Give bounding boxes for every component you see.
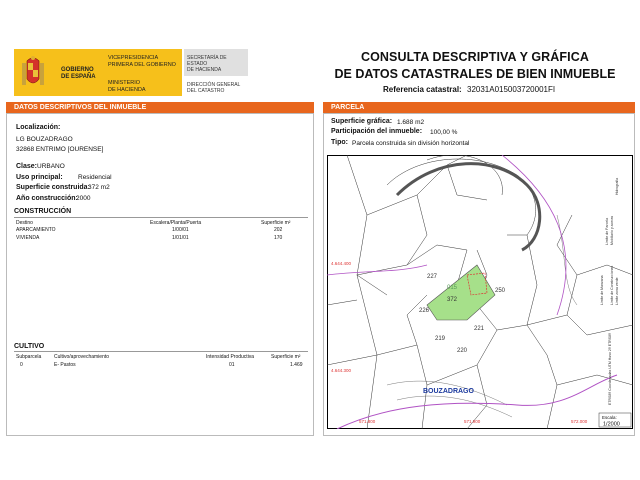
gov-line-2: DE ESPAÑA (61, 73, 96, 80)
table-row-destino: VIVIENDA (16, 235, 40, 241)
table-row-superficie-cultivo: 1.469 (290, 362, 303, 368)
table-row-subparcela: 0 (20, 362, 23, 368)
parcel-label: 221 (474, 326, 485, 332)
localizacion-label: Localización: (16, 124, 61, 131)
direccion-line-2: DEL CATASTRO (187, 88, 225, 94)
anio-value: 2000 (76, 195, 91, 202)
anio-label: Año construcción: (16, 195, 78, 202)
sup-grafica-value: 1.688 m2 (397, 119, 425, 126)
construccion-divider (14, 217, 308, 218)
scale-value: 1/2000 (603, 422, 620, 428)
col-subparcela: Subparcela (16, 354, 42, 360)
legend-item: Limite de Parcela (605, 218, 609, 245)
superficie-label: Superficie construida: (16, 184, 90, 191)
table-row-intensidad: 01 (229, 362, 235, 368)
parcel-label: 015 (447, 285, 458, 291)
col-superficie: Superficie m² (261, 220, 291, 226)
col-escalera: Escalera/Planta/Puerta (150, 220, 202, 226)
col-destino: Destino (16, 220, 33, 226)
parcel-label: 372 (447, 297, 458, 303)
uso-value: Residencial (78, 174, 112, 181)
gov-text: GOBIERNO DE ESPAÑA (61, 67, 101, 80)
table-row-superficie: 202 (274, 227, 283, 233)
legend-item: Limite de Manzana (600, 275, 604, 305)
right-panel-heading: PARCELA (323, 102, 635, 113)
col-cultivo: Cultivo/aprovechamiento (54, 354, 110, 360)
left-panel (6, 113, 314, 436)
col-superficie-cultivo: Superficie m² (271, 354, 301, 360)
participacion-value: 100,00 % (430, 129, 458, 136)
col-intensidad: Intensidad Productiva (206, 354, 255, 360)
ministry-text: MINISTERIO DE HACIENDA (108, 80, 180, 93)
tipo-value: Parcela construida sin división horizont… (352, 140, 470, 147)
legend-item: Limite de Construcciones (610, 265, 614, 305)
participacion-label: Participación del inmueble: (331, 128, 423, 135)
cultivo-divider (14, 351, 308, 352)
doc-title-line-2: DE DATOS CATASTRALES DE BIEN INMUEBLE (334, 67, 616, 81)
coat-of-arms-icon (22, 56, 44, 85)
secretaria-line-2: DE HACIENDA (187, 67, 222, 73)
side-crs-text: ETRS89 Coordenadas UTM Huso 29 ETRS89 (608, 333, 612, 405)
uso-label: Uso principal: (16, 174, 63, 181)
doc-title-line-1: CONSULTA DESCRIPTIVA Y GRÁFICA (360, 50, 589, 64)
parcel-label: 219 (435, 336, 446, 342)
table-row-escalera: 1/01/01 (172, 235, 189, 241)
table-row-escalera: 1/00/01 (172, 227, 189, 233)
tipo-label: Tipo: (331, 139, 348, 146)
legend-item: Mobiliario y aceras (610, 216, 614, 245)
clase-label: Clase: (16, 163, 38, 170)
coord-x2: 571.900 (464, 419, 481, 424)
parcel-label: 220 (457, 348, 468, 354)
ref-value: 32031A015003720001FI (467, 85, 556, 94)
table-row-destino: APARCAMIENTO (16, 227, 56, 233)
legend-item: Hidrografia (615, 178, 619, 195)
parcel-label: 227 (427, 274, 438, 280)
left-panel-heading: DATOS DESCRIPTIVOS DEL INMUEBLE (6, 102, 314, 113)
direccion-text: DIRECCIÓN GENERAL DEL CATASTRO (187, 82, 247, 94)
localizacion-line-2: 32868 ENTRIMO [OURENSE] (16, 146, 104, 153)
coord-y2: 4.644.300 (331, 368, 352, 373)
ministry-line-2: DE HACIENDA (108, 86, 146, 93)
coord-y1: 4.644.400 (331, 261, 352, 266)
construccion-title: CONSTRUCCIÓN (14, 208, 72, 215)
table-row-cultivo: E- Pastos (54, 362, 76, 368)
ref-label: Referencia catastral: (383, 85, 462, 94)
parcel-label: 250 (495, 288, 506, 294)
scale-label: Escala: (602, 415, 617, 420)
secretaria-text: SECRETARÍA DE ESTADO DE HACIENDA (187, 55, 247, 73)
sup-grafica-label: Superficie gráfica: (331, 118, 393, 125)
coord-x3: 572.000 (571, 419, 588, 424)
place-label: BOUZADRAGO (423, 388, 474, 395)
cadastral-map: 227 015 372 250 226 221 219 220 BOUZADRA… (327, 155, 633, 429)
localizacion-line-1: LG BOUZADRAGO (16, 136, 73, 143)
secretaria-line-1: SECRETARÍA DE ESTADO (187, 55, 227, 67)
legend-item: Limite zona verde (615, 277, 619, 305)
superficie-value: 372 m2 (88, 184, 110, 191)
coord-x1: 571.800 (359, 419, 376, 424)
vice-line-2: PRIMERA DEL GOBIERNO (108, 61, 176, 68)
table-row-superficie: 170 (274, 235, 283, 241)
parcel-label: 226 (419, 308, 430, 314)
cultivo-title: CULTIVO (14, 343, 45, 350)
vice-text: VICEPRESIDENCIA PRIMERA DEL GOBIERNO (108, 55, 180, 68)
clase-value: URBANO (37, 163, 65, 170)
